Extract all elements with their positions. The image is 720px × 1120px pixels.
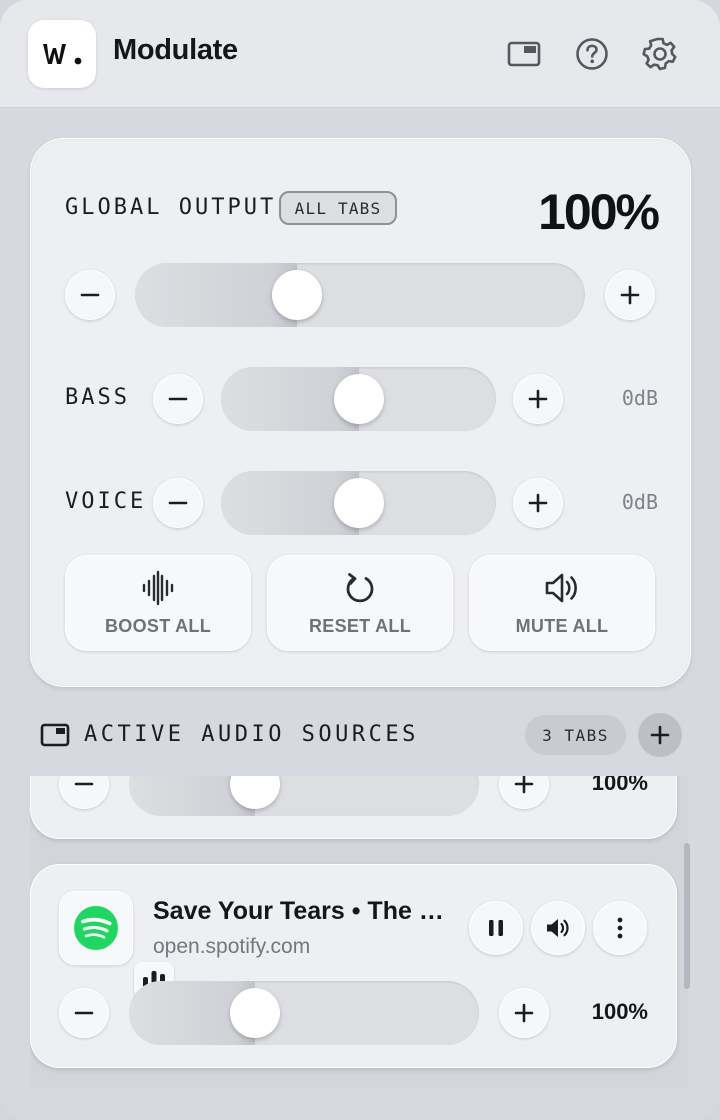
more-options-button[interactable] <box>593 901 647 955</box>
bass-value: 0dB <box>621 386 658 410</box>
picture-in-picture-button[interactable] <box>504 34 544 74</box>
plus-icon <box>514 1003 534 1023</box>
all-tabs-badge: ALL TABS <box>279 191 397 225</box>
bass-decrease-button[interactable] <box>153 374 203 424</box>
bass-slider-knob[interactable] <box>334 374 384 424</box>
tab-decrease-button[interactable] <box>59 776 109 809</box>
app-logo <box>28 20 96 88</box>
list-scrollbar[interactable] <box>684 843 690 989</box>
header: Modulate <box>0 0 720 108</box>
tab-increase-button[interactable] <box>499 988 549 1038</box>
tab-increase-button[interactable] <box>499 776 549 809</box>
voice-label: VOICE <box>65 489 147 514</box>
picture-in-picture-icon <box>507 41 541 67</box>
minus-icon <box>168 501 188 505</box>
tab-decrease-button[interactable] <box>59 988 109 1038</box>
global-output-card: GLOBAL OUTPUT ALL TABS 100% BASS 0dB VOI… <box>30 138 691 687</box>
tab-volume-slider-knob[interactable] <box>230 988 280 1038</box>
plus-icon <box>514 776 534 794</box>
bass-label: BASS <box>65 385 130 410</box>
reset-icon <box>346 573 374 603</box>
app-window: Modulate GLOBAL OUTPUT ALL TABS 100% BAS… <box>0 0 720 1120</box>
voice-value: 0dB <box>621 490 658 514</box>
spotify-icon <box>74 906 118 950</box>
boost-all-button[interactable]: BOOST ALL <box>65 555 251 651</box>
add-source-button[interactable] <box>638 713 682 757</box>
global-decrease-button[interactable] <box>65 270 115 320</box>
voice-decrease-button[interactable] <box>153 478 203 528</box>
more-vertical-icon <box>617 917 623 939</box>
minus-icon <box>80 293 100 297</box>
tabs-icon <box>40 723 70 747</box>
plus-icon <box>528 389 548 409</box>
audio-source-card: 100% <box>30 776 677 839</box>
tab-volume-slider[interactable] <box>129 776 479 816</box>
pause-icon <box>489 920 503 936</box>
minus-icon <box>168 397 188 401</box>
pause-button[interactable] <box>469 901 523 955</box>
audio-source-card-spotify: Save Your Tears • The Weeknd open.spotif… <box>30 864 677 1068</box>
waveform-icon <box>142 570 174 606</box>
plus-icon <box>528 493 548 513</box>
reset-all-button[interactable]: RESET ALL <box>267 555 453 651</box>
help-button[interactable] <box>572 34 612 74</box>
tabs-count-badge: 3 TABS <box>525 715 626 755</box>
mute-all-label: MUTE ALL <box>515 616 609 636</box>
active-sources-title: ACTIVE AUDIO SOURCES <box>84 722 419 747</box>
tab-favicon <box>59 891 174 998</box>
voice-slider[interactable] <box>221 471 496 535</box>
logo-mark-icon <box>43 44 82 65</box>
plus-icon <box>650 725 670 745</box>
tab-volume-value: 100% <box>591 776 648 795</box>
minus-icon <box>74 1011 94 1015</box>
global-output-slider[interactable] <box>135 263 585 327</box>
tab-domain: open.spotify.com <box>153 935 311 958</box>
tab-title: Save Your Tears • The Weeknd <box>153 897 453 925</box>
speaker-icon <box>547 919 569 937</box>
global-output-slider-knob[interactable] <box>272 270 322 320</box>
mute-all-button[interactable]: MUTE ALL <box>469 555 655 651</box>
gear-icon <box>642 37 677 71</box>
app-title: Modulate <box>113 34 238 66</box>
bass-increase-button[interactable] <box>513 374 563 424</box>
plus-icon <box>620 285 640 305</box>
audio-sources-list[interactable]: 100% Save Your Tears • The W open.spotif… <box>30 776 688 1088</box>
speaker-icon <box>545 573 577 603</box>
tab-volume-value: 100% <box>591 999 648 1024</box>
minus-icon <box>74 782 94 786</box>
voice-increase-button[interactable] <box>513 478 563 528</box>
tab-volume-slider[interactable] <box>129 981 479 1045</box>
reset-all-label: RESET ALL <box>308 616 412 636</box>
help-icon <box>576 38 608 70</box>
voice-slider-knob[interactable] <box>334 478 384 528</box>
settings-button[interactable] <box>640 34 680 74</box>
boost-all-label: BOOST ALL <box>104 616 212 636</box>
global-increase-button[interactable] <box>605 270 655 320</box>
global-output-label: GLOBAL OUTPUT <box>65 195 277 220</box>
global-output-value: 100% <box>538 184 660 240</box>
active-sources-header: ACTIVE AUDIO SOURCES 3 TABS <box>0 700 720 770</box>
bass-slider[interactable] <box>221 367 496 431</box>
tab-mute-button[interactable] <box>531 901 585 955</box>
